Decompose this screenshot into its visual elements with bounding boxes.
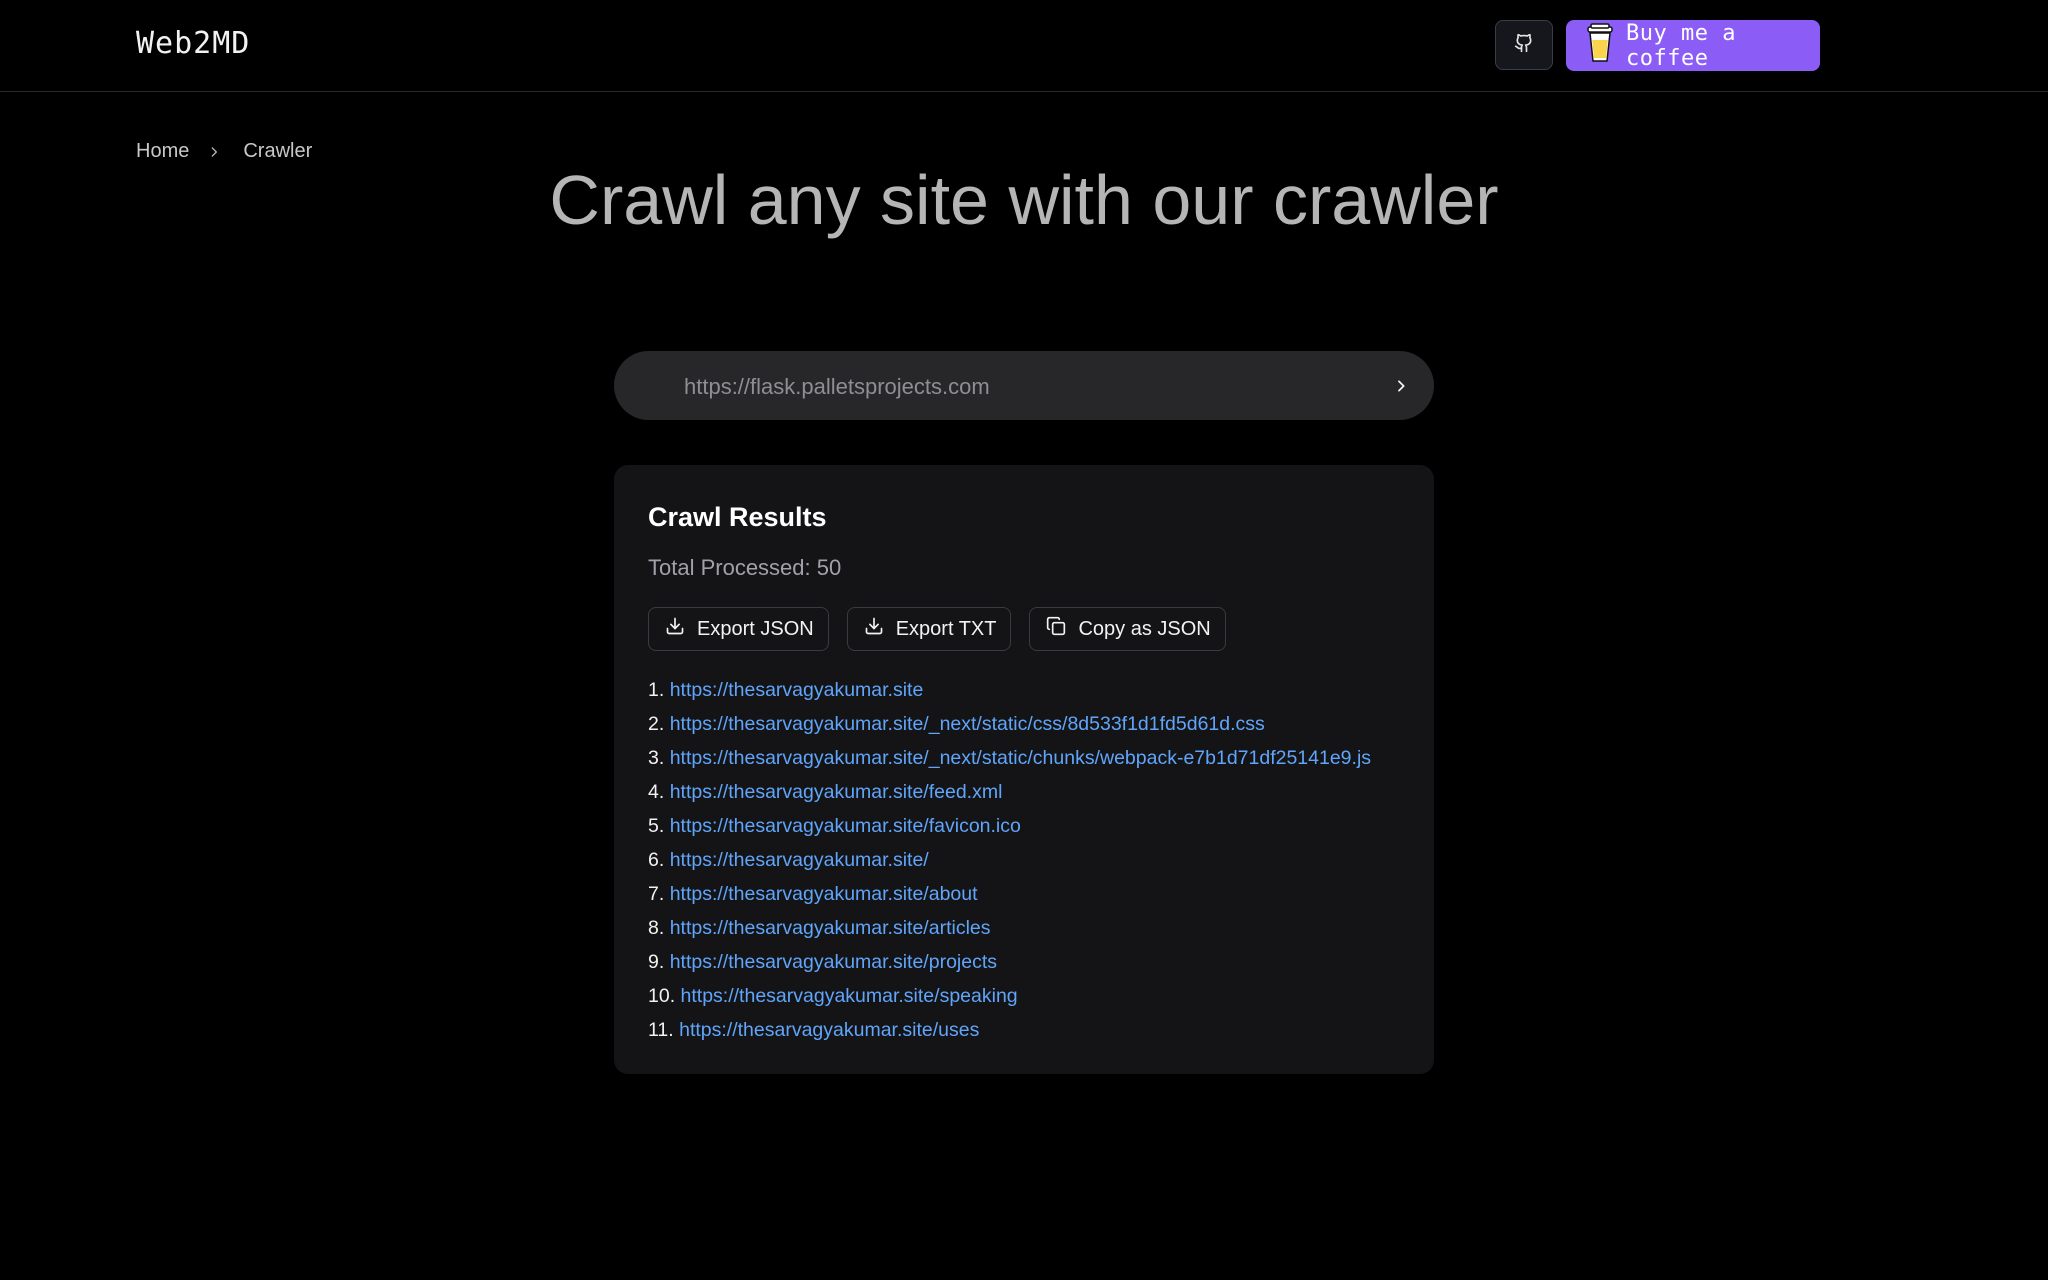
total-processed: Total Processed: 50 bbox=[648, 555, 842, 580]
copy-as-json-button[interactable]: Copy as JSON bbox=[1029, 607, 1226, 651]
coffee-button-label: Buy me a coffee bbox=[1626, 20, 1736, 71]
list-item: 9. https://thesarvagyakumar.site/project… bbox=[648, 945, 1408, 979]
result-url-link[interactable]: https://thesarvagyakumar.site/projects bbox=[670, 951, 997, 973]
result-url-link[interactable]: https://thesarvagyakumar.site/favicon.ic… bbox=[670, 815, 1021, 837]
result-url-link[interactable]: https://thesarvagyakumar.site/_next/stat… bbox=[670, 747, 1371, 769]
list-item: 11. https://thesarvagyakumar.site/uses bbox=[648, 1013, 1408, 1040]
list-item-number: 6. bbox=[648, 849, 665, 871]
list-item: 10. https://thesarvagyakumar.site/speaki… bbox=[648, 979, 1408, 1013]
result-url-link[interactable]: https://thesarvagyakumar.site/feed.xml bbox=[670, 781, 1003, 803]
list-item-number: 7. bbox=[648, 883, 665, 905]
github-icon bbox=[1514, 33, 1534, 58]
list-item-number: 2. bbox=[648, 713, 665, 735]
crawl-results-list[interactable]: 1. https://thesarvagyakumar.site 2. https… bbox=[648, 673, 1408, 1040]
list-item-number: 8. bbox=[648, 917, 665, 939]
download-icon bbox=[864, 616, 896, 642]
list-item-number: 4. bbox=[648, 781, 665, 803]
list-item: 7. https://thesarvagyakumar.site/about bbox=[648, 877, 1408, 911]
list-item-number: 5. bbox=[648, 815, 665, 837]
result-url-link[interactable]: https://thesarvagyakumar.site bbox=[670, 679, 924, 701]
export-actions: Export JSON Export TXT Copy as JSON bbox=[648, 607, 1244, 651]
list-item: 6. https://thesarvagyakumar.site/ bbox=[648, 843, 1408, 877]
list-item: 5. https://thesarvagyakumar.site/favicon… bbox=[648, 809, 1408, 843]
crawl-results-title: Crawl Results bbox=[648, 502, 827, 532]
result-url-link[interactable]: https://thesarvagyakumar.site/speaking bbox=[681, 985, 1018, 1007]
result-url-link[interactable]: https://thesarvagyakumar.site/_next/stat… bbox=[670, 713, 1265, 735]
submit-arrow-icon[interactable] bbox=[1386, 371, 1416, 401]
export-json-button[interactable]: Export JSON bbox=[648, 607, 829, 651]
list-item: 3. https://thesarvagyakumar.site/_next/s… bbox=[648, 741, 1408, 775]
result-url-link[interactable]: https://thesarvagyakumar.site/articles bbox=[670, 917, 991, 939]
list-item-number: 1. bbox=[648, 679, 665, 701]
url-input[interactable] bbox=[682, 351, 1346, 422]
top-nav-bar: Web2MD Buy me a coffee bbox=[0, 0, 2048, 92]
result-url-link[interactable]: https://thesarvagyakumar.site/about bbox=[670, 883, 978, 905]
result-url-link[interactable]: https://thesarvagyakumar.site/ bbox=[670, 849, 929, 871]
list-item: 4. https://thesarvagyakumar.site/feed.xm… bbox=[648, 775, 1408, 809]
download-icon bbox=[665, 616, 697, 642]
export-txt-label: Export TXT bbox=[895, 617, 997, 640]
list-item: 2. https://thesarvagyakumar.site/_next/s… bbox=[648, 707, 1408, 741]
export-json-label: Export JSON bbox=[697, 617, 814, 640]
result-url-link[interactable]: https://thesarvagyakumar.site/uses bbox=[679, 1019, 979, 1040]
page-title: Crawl any site with our crawler bbox=[549, 161, 1499, 239]
app-logo[interactable]: Web2MD bbox=[136, 26, 250, 61]
list-item-number: 11. bbox=[648, 1019, 674, 1040]
buy-me-a-coffee-button[interactable]: Buy me a coffee bbox=[1566, 20, 1820, 71]
list-item-number: 10. bbox=[648, 985, 676, 1007]
github-button[interactable] bbox=[1495, 20, 1553, 70]
coffee-cup-icon bbox=[1584, 23, 1616, 68]
list-item: 1. https://thesarvagyakumar.site bbox=[648, 673, 1408, 707]
export-txt-button[interactable]: Export TXT bbox=[846, 607, 1012, 651]
list-item: 8. https://thesarvagyakumar.site/article… bbox=[648, 911, 1408, 945]
copy-as-json-label: Copy as JSON bbox=[1078, 617, 1211, 640]
crawl-results-card: Crawl Results Total Processed: 50 Export… bbox=[614, 465, 1434, 1074]
list-item-number: 9. bbox=[648, 951, 665, 973]
chevron-right-icon bbox=[207, 145, 221, 159]
copy-icon bbox=[1046, 616, 1078, 642]
list-item-number: 3. bbox=[648, 747, 665, 769]
url-search-bar bbox=[614, 351, 1434, 422]
